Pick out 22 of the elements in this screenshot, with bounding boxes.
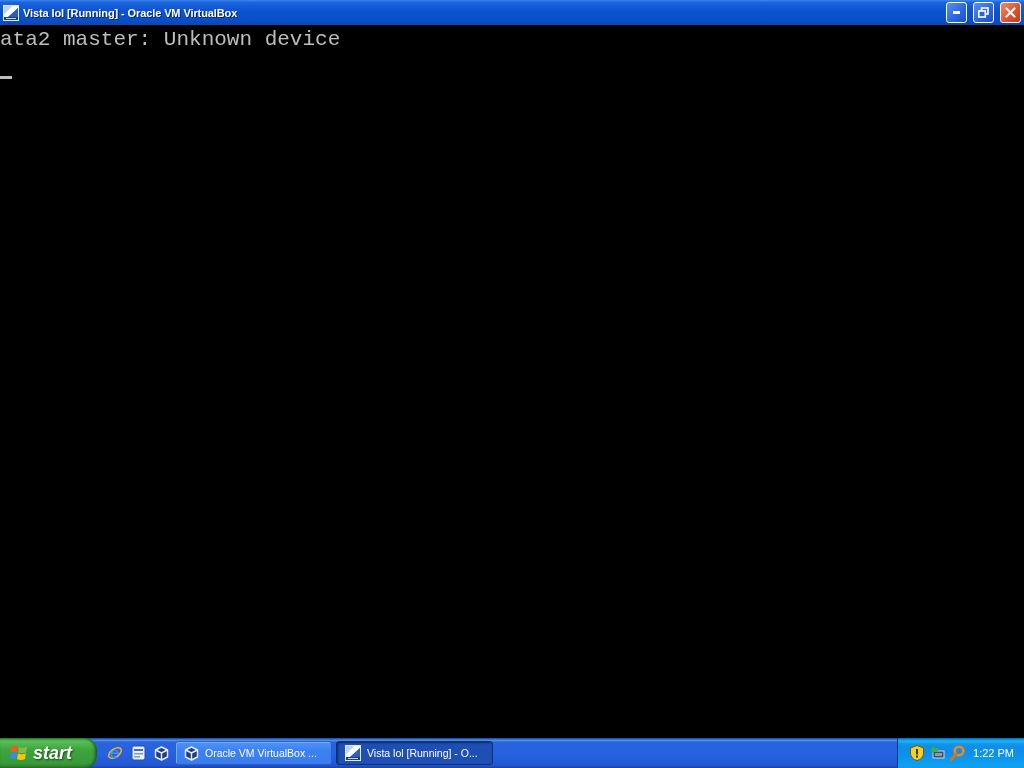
window-icon bbox=[3, 4, 19, 21]
close-icon bbox=[1005, 7, 1016, 18]
minimize-icon bbox=[953, 11, 960, 14]
taskbar-button[interactable]: Vista lol [Running] - O... bbox=[336, 741, 493, 765]
close-button[interactable] bbox=[1000, 2, 1021, 23]
e-logo-icon[interactable] bbox=[107, 745, 123, 761]
flag-icon bbox=[10, 744, 28, 762]
start-button[interactable]: start bbox=[0, 738, 97, 768]
text-cursor-icon bbox=[0, 76, 12, 79]
restore-button[interactable] bbox=[973, 2, 994, 23]
console-text: ata2 master: Unknown device bbox=[0, 27, 341, 53]
shield-icon[interactable] bbox=[910, 745, 924, 761]
document-icon[interactable] bbox=[131, 745, 146, 761]
monitor-icon[interactable] bbox=[929, 745, 945, 761]
cube-icon bbox=[184, 745, 199, 761]
window-title: Vista lol [Running] - Oracle VM VirtualBox bbox=[23, 6, 239, 19]
clock: 1:22 PM bbox=[973, 747, 1014, 759]
restore-icon bbox=[978, 7, 989, 18]
taskbar-button[interactable]: Oracle VM VirtualBox ... bbox=[175, 741, 332, 765]
window-icon bbox=[345, 745, 361, 761]
cube-icon[interactable] bbox=[154, 745, 169, 761]
minimize-button[interactable] bbox=[946, 2, 967, 23]
